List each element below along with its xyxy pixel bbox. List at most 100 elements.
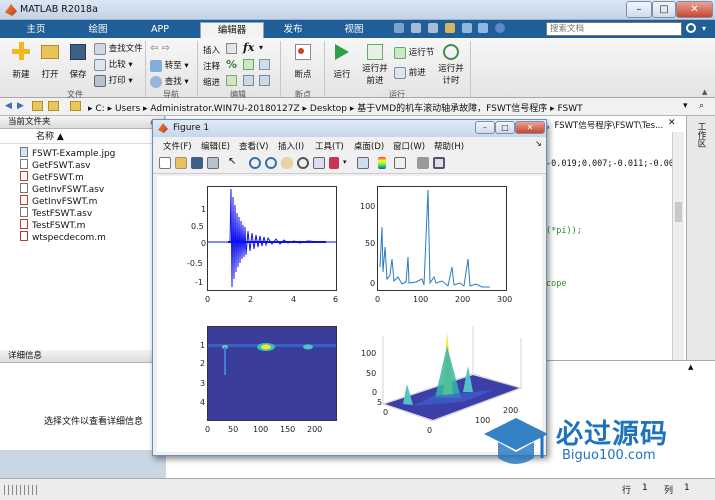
forward-icon[interactable]: ▶ [17, 101, 24, 111]
help-quick-icon[interactable] [495, 23, 506, 33]
search-icon[interactable] [686, 23, 696, 33]
indent-right-icon[interactable] [243, 75, 254, 86]
tab-view[interactable]: 视图 [330, 22, 378, 38]
menu-dock-icon[interactable]: ↘ [535, 139, 542, 148]
wrap-icon[interactable] [259, 59, 270, 70]
insert-section-icon[interactable] [226, 43, 237, 54]
minimize-button[interactable]: – [626, 1, 652, 18]
insert-dropdown-icon[interactable]: ▾ [259, 43, 263, 52]
save-button[interactable]: 保存 [66, 42, 90, 80]
up-folder-icon[interactable] [32, 101, 43, 111]
nav-back-icon[interactable]: ⇦ ⇨ [150, 43, 170, 54]
menu-view[interactable]: 查看(V) [239, 140, 268, 152]
details-header[interactable]: 详细信息 [0, 350, 164, 363]
file-item[interactable]: FSWT-Example.jpg [20, 147, 115, 159]
redo-quick-icon[interactable] [478, 23, 489, 33]
path-segment[interactable]: 基于VMD的机车滚动轴承故障，FSWT信号程序 [357, 104, 547, 114]
breakpoints-button[interactable]: 断点 [288, 42, 318, 80]
editor-close-icon[interactable]: ✕ [668, 118, 676, 128]
path-segment[interactable]: Desktop [310, 104, 347, 114]
new-figure-icon[interactable] [159, 157, 171, 169]
indent-left-icon[interactable] [259, 75, 270, 86]
workspace-label[interactable]: 工作区 [695, 122, 707, 148]
figure-close-button[interactable]: ✕ [515, 121, 545, 134]
plot-spectrum[interactable] [377, 186, 507, 291]
run-button[interactable]: 运行 [328, 42, 356, 80]
paste-quick-icon[interactable] [444, 23, 455, 33]
tab-apps[interactable]: APP [140, 22, 180, 38]
file-item[interactable]: GetInvFSWT.asv [20, 183, 104, 195]
find-button[interactable]: 查找 ▾ [150, 75, 189, 88]
link-plot-icon[interactable] [357, 157, 369, 169]
figure-minimize-button[interactable]: – [475, 121, 495, 134]
pan-icon[interactable] [281, 157, 293, 169]
file-item[interactable]: GetInvFSWT.m [20, 195, 97, 207]
path-search-icon[interactable]: ⌕ [699, 101, 704, 111]
menu-window[interactable]: 窗口(W) [393, 140, 425, 152]
path-breadcrumb[interactable]: ▸ C: ▸ Users ▸ Administrator.WIN7U-20180… [88, 101, 583, 114]
advance-button[interactable]: 前进 [394, 66, 426, 79]
file-item[interactable]: GetFSWT.asv [20, 159, 91, 171]
open-file-icon[interactable] [175, 157, 187, 169]
menu-tools[interactable]: 工具(T) [315, 140, 344, 152]
menu-insert[interactable]: 插入(I) [278, 140, 304, 152]
colorbar-icon[interactable] [378, 157, 386, 169]
fx-icon[interactable]: fx [243, 41, 254, 54]
maximize-button[interactable]: □ [652, 1, 676, 18]
data-cursor-icon[interactable] [313, 157, 325, 169]
command-scroll-up-icon[interactable]: ▲ [688, 363, 693, 371]
file-item[interactable]: TestFSWT.asv [20, 207, 92, 219]
tab-publish[interactable]: 发布 [270, 22, 316, 38]
goto-button[interactable]: 转至 ▾ [150, 59, 189, 72]
tab-editor[interactable]: 编辑器 [200, 22, 264, 38]
uncomment-icon[interactable] [243, 59, 254, 70]
path-segment[interactable]: Users [115, 104, 140, 114]
copy-quick-icon[interactable] [427, 23, 438, 33]
show-plot-tools-icon[interactable] [433, 157, 445, 169]
zoom-out-icon[interactable] [265, 157, 277, 169]
save-figure-icon[interactable] [191, 157, 203, 169]
run-section-button[interactable]: 运行节 [394, 46, 434, 59]
name-column-header[interactable]: 名称 ▲ [0, 130, 164, 144]
new-button[interactable]: 新建 [8, 42, 34, 80]
path-dropdown-icon[interactable]: ▾ [683, 101, 688, 111]
comment-button[interactable]: 注释 [203, 60, 220, 72]
plot-time-frequency-map[interactable] [207, 326, 337, 421]
rotate-icon[interactable] [297, 157, 309, 169]
file-item[interactable]: wtspecdecom.m [20, 231, 106, 243]
file-item[interactable]: TestFSWT.m [20, 219, 85, 231]
back-icon[interactable]: ◀ [5, 101, 12, 111]
path-segment[interactable]: FSWT [558, 104, 583, 114]
undo-quick-icon[interactable] [461, 23, 472, 33]
legend-icon[interactable] [394, 157, 406, 169]
figure-title-bar[interactable]: Figure 1 – □ ✕ [153, 120, 546, 137]
collapse-ribbon-icon[interactable]: ▲ [702, 88, 707, 96]
file-item[interactable]: GetFSWT.m [20, 171, 84, 183]
menu-desktop[interactable]: 桌面(D) [354, 140, 384, 152]
menu-help[interactable]: 帮助(H) [434, 140, 464, 152]
pointer-icon[interactable]: ↖ [228, 156, 240, 168]
cut-quick-icon[interactable] [410, 23, 421, 33]
print-figure-icon[interactable] [207, 157, 219, 169]
comment-icon[interactable]: % [226, 58, 237, 71]
figure-maximize-button[interactable]: □ [495, 121, 515, 134]
indent-button[interactable]: 缩进 [203, 76, 220, 88]
insert-button[interactable]: 插入 [203, 44, 220, 56]
close-button[interactable]: ✕ [676, 1, 713, 18]
editor-scrollbar[interactable] [672, 132, 684, 362]
brush-dropdown-icon[interactable]: ▾ [343, 158, 347, 166]
compare-button[interactable]: 比较 ▾ [94, 58, 133, 71]
search-docs-input[interactable] [546, 22, 682, 36]
up-folder-icon-2[interactable] [48, 101, 59, 111]
tab-plots[interactable]: 绘图 [74, 22, 122, 38]
save-quick-icon[interactable] [394, 23, 404, 33]
zoom-in-icon[interactable] [249, 157, 261, 169]
path-segment[interactable]: Administrator.WIN7U-20180127Z [150, 104, 299, 114]
browse-folder-icon[interactable] [70, 101, 81, 111]
run-advance-button[interactable]: 运行并 前进 [360, 42, 390, 86]
find-files-button[interactable]: 查找文件 [94, 42, 143, 55]
expand-ribbon-icon[interactable]: ▾ [702, 24, 706, 33]
tab-home[interactable]: 主页 [14, 22, 58, 38]
smart-indent-icon[interactable] [226, 75, 237, 86]
brush-icon[interactable] [329, 157, 339, 169]
